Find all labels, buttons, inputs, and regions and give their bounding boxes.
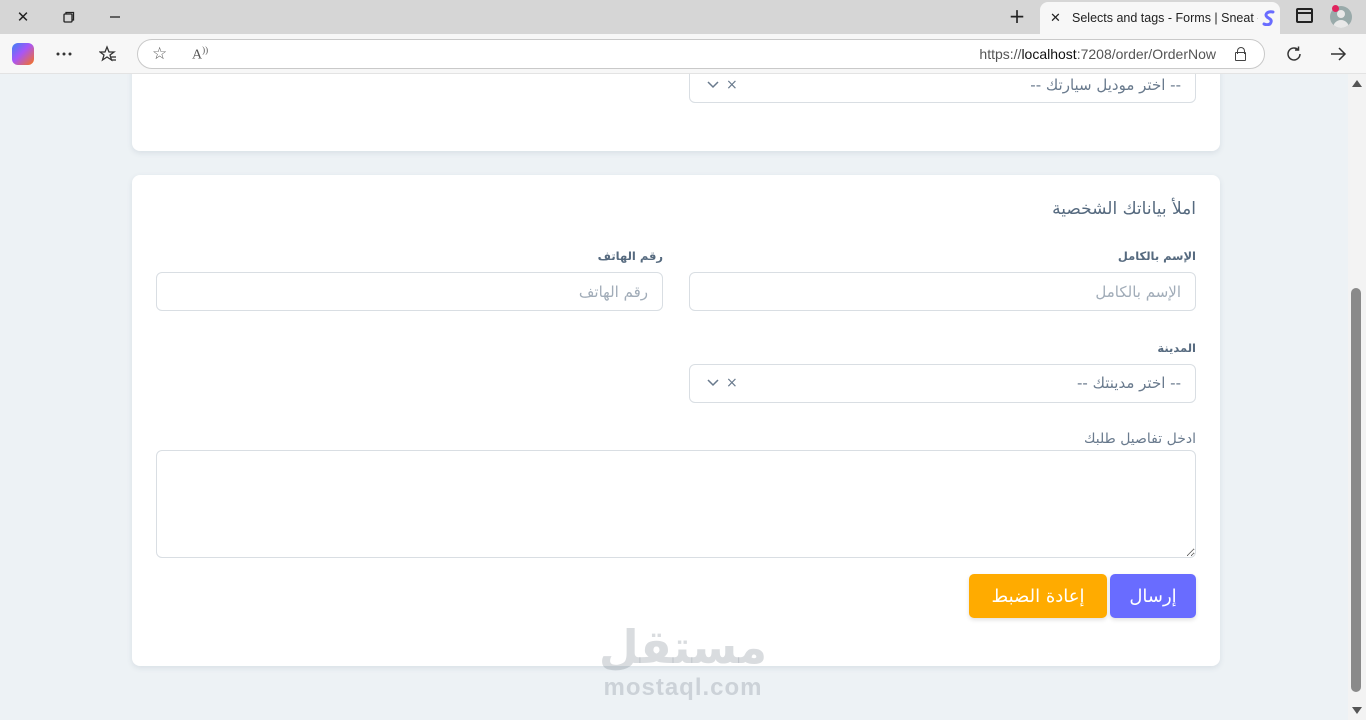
close-window-icon[interactable]: ✕ <box>12 6 34 28</box>
browser-tab[interactable]: ✕ Selects and tags - Forms | Sneat - <box>1040 2 1280 34</box>
split-screen-icon[interactable] <box>1296 8 1313 23</box>
phone-label: رقم الهاتف <box>597 249 663 263</box>
refresh-icon[interactable] <box>1283 43 1305 65</box>
chevron-down-icon[interactable] <box>706 374 720 390</box>
city-placeholder: -- اختر مدينتك -- <box>1077 374 1181 392</box>
full-name-label: الإسم بالكامل <box>1117 249 1196 263</box>
tab-title: Selects and tags - Forms | Sneat - <box>1072 11 1258 25</box>
url-path: :7208/order/OrderNow <box>1076 46 1216 62</box>
car-model-clear-icon[interactable]: × <box>726 77 738 93</box>
restore-window-icon[interactable] <box>58 6 80 28</box>
add-favorite-star-icon[interactable]: ☆ <box>152 44 167 64</box>
personal-info-card: املأ بياناتك الشخصية الإسم بالكامل رقم ا… <box>132 175 1220 666</box>
address-bar[interactable]: ☆ A)) https://localhost:7208/order/Order… <box>137 39 1265 69</box>
order-details-label: ادخل تفاصيل طلبك <box>1083 431 1196 447</box>
watermark-latin: mostaql.com <box>603 674 763 701</box>
car-model-select[interactable]: -- اختر موديل سيارتك -- × <box>689 74 1196 103</box>
scroll-down-arrow-icon[interactable] <box>1352 707 1362 714</box>
url-text[interactable]: https://localhost:7208/order/OrderNow <box>979 46 1216 62</box>
full-name-input[interactable] <box>689 272 1196 311</box>
copilot-icon[interactable] <box>12 43 34 65</box>
favorites-icon[interactable] <box>97 43 119 65</box>
chevron-down-icon[interactable] <box>706 77 720 93</box>
watermark-arabic: مستقل <box>598 620 768 674</box>
page-viewport: -- اختر موديل سيارتك -- × املأ بياناتك ا… <box>0 74 1348 720</box>
more-options-icon[interactable] <box>53 43 75 65</box>
tab-close-icon[interactable]: ✕ <box>1050 11 1066 26</box>
car-info-card: -- اختر موديل سيارتك -- × <box>132 74 1220 151</box>
lock-icon[interactable] <box>1235 47 1246 61</box>
url-host: localhost <box>1021 46 1077 62</box>
scrollbar-thumb[interactable] <box>1351 288 1361 692</box>
card-title: املأ بياناتك الشخصية <box>1052 199 1196 219</box>
submit-button[interactable]: إرسال <box>1110 574 1196 618</box>
read-aloud-icon[interactable]: A)) <box>192 45 208 64</box>
order-details-textarea[interactable] <box>156 450 1196 558</box>
page-scrollbar[interactable] <box>1348 74 1366 720</box>
city-label: المدينة <box>1157 341 1196 355</box>
browser-tab-bar: ✕ + ✕ Selects and tags - Forms | Sneat - <box>0 0 1366 34</box>
city-clear-icon[interactable]: × <box>726 375 738 391</box>
minimize-window-icon[interactable] <box>104 6 126 28</box>
notification-dot <box>1332 5 1339 12</box>
url-scheme: https:// <box>979 46 1022 62</box>
new-tab-icon[interactable]: + <box>1006 4 1028 28</box>
scroll-up-arrow-icon[interactable] <box>1352 80 1362 87</box>
car-model-placeholder: -- اختر موديل سيارتك -- <box>1030 76 1181 94</box>
reset-button[interactable]: إعادة الضبط <box>969 574 1107 618</box>
city-select[interactable]: -- اختر مدينتك -- × <box>689 364 1196 403</box>
mostaql-watermark: مستقل mostaql.com <box>598 619 768 701</box>
forward-icon[interactable] <box>1327 43 1349 65</box>
browser-toolbar: ☆ A)) https://localhost:7208/order/Order… <box>0 34 1366 74</box>
sneat-logo-icon <box>1262 10 1276 27</box>
phone-input[interactable] <box>156 272 663 311</box>
